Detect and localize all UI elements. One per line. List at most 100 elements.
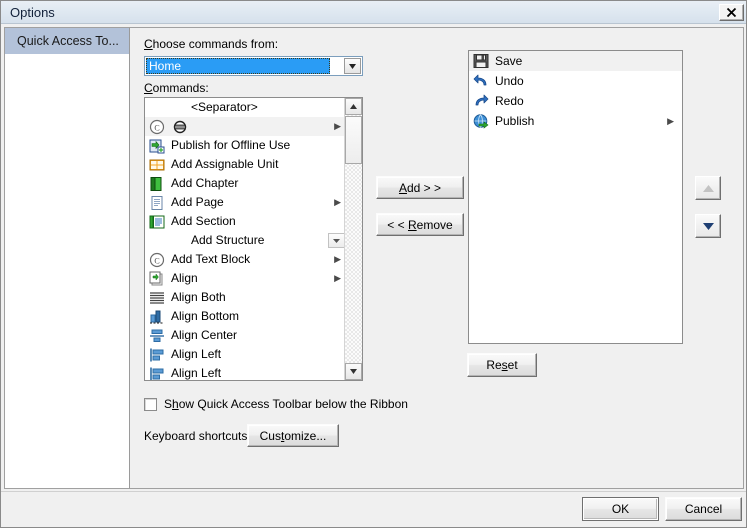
align-left-icon	[149, 347, 165, 363]
align-left-icon	[149, 347, 165, 363]
choose-commands-combobox[interactable]: Home	[144, 56, 363, 76]
command-list-item[interactable]: Align Both	[145, 288, 347, 307]
commands-listbox[interactable]: <Separator>C▶Publish for Offline UseAdd …	[144, 97, 363, 381]
combobox-dropdown-button[interactable]	[344, 58, 361, 74]
command-list-item-label: Add Structure	[191, 231, 264, 250]
command-list-item[interactable]: Publish for Offline Use	[145, 136, 347, 155]
glyph-icon	[172, 119, 188, 135]
command-list-item[interactable]: Add Assignable Unit	[145, 155, 347, 174]
show-qat-below-ribbon-label: Show Quick Access Toolbar below the Ribb…	[164, 397, 408, 411]
command-list-item[interactable]: Add Section	[145, 212, 347, 231]
footer-separator	[1, 491, 747, 492]
show-qat-below-ribbon-checkbox[interactable]	[144, 398, 157, 411]
scroll-down-button[interactable]	[345, 363, 362, 380]
align-left2-icon	[149, 366, 165, 381]
inline-dropdown-button[interactable]	[328, 233, 345, 248]
command-list-item[interactable]: Add Chapter	[145, 174, 347, 193]
command-list-item-label: Add Assignable Unit	[171, 155, 278, 174]
save-icon	[473, 53, 489, 69]
command-list-item-label: Add Section	[171, 212, 236, 231]
command-list-item[interactable]: Align Bottom	[145, 307, 347, 326]
triangle-up-icon	[350, 104, 357, 109]
publish-offline-icon	[149, 138, 165, 154]
chevron-down-icon	[333, 239, 340, 243]
command-list-item-label: Add Page	[171, 193, 224, 212]
undo-icon	[473, 73, 489, 89]
align-center-icon	[149, 328, 165, 344]
svg-text:C: C	[154, 257, 159, 266]
customize-button[interactable]: Customize...	[247, 424, 339, 447]
redo-icon	[473, 93, 489, 109]
sidebar: Quick Access To...	[4, 27, 130, 489]
copyright-icon: C	[149, 252, 165, 268]
command-list-item[interactable]: <Separator>	[145, 98, 347, 117]
close-button[interactable]	[719, 4, 744, 21]
qat-list-item[interactable]: Redo	[469, 91, 682, 111]
reset-button[interactable]: Reset	[467, 353, 537, 377]
align-left2-icon	[149, 366, 165, 381]
choose-commands-value: Home	[146, 58, 330, 74]
align-icon	[149, 271, 165, 287]
chevron-down-icon	[349, 64, 356, 69]
command-list-item-label: Align Center	[171, 326, 237, 345]
command-list-item[interactable]: Add Page▶	[145, 193, 347, 212]
move-up-button[interactable]	[695, 176, 721, 200]
window-title: Options	[10, 5, 55, 20]
main-panel: Choose commands from: Home Commands: <Se…	[130, 27, 744, 489]
undo-icon	[473, 73, 489, 89]
qat-list-item-label: Save	[495, 51, 522, 71]
command-list-item-label: Add Chapter	[171, 174, 238, 193]
ok-button[interactable]: OK	[582, 497, 659, 521]
publish-offline-icon	[149, 138, 165, 154]
chapter-icon	[149, 176, 165, 192]
cancel-button[interactable]: Cancel	[665, 497, 742, 521]
qat-list-item[interactable]: Publish ▶	[469, 111, 682, 131]
title-bar: Options	[1, 1, 747, 24]
command-list-item-label: Add Text Block	[171, 250, 250, 269]
publish-icon	[473, 113, 489, 129]
scrollbar-thumb[interactable]	[345, 116, 362, 164]
triangle-up-icon	[703, 185, 714, 192]
align-bottom-icon	[149, 309, 165, 325]
copyright-icon: C	[149, 119, 165, 135]
command-list-item[interactable]: Align Left	[145, 345, 347, 364]
submenu-arrow-icon: ▶	[334, 250, 341, 269]
sidebar-item-quick-access-toolbar[interactable]: Quick Access To...	[5, 28, 129, 54]
align-both-icon	[149, 290, 165, 306]
command-list-item[interactable]: Align▶	[145, 269, 347, 288]
remove-button[interactable]: < < Remove	[376, 213, 464, 236]
qat-list-item-label: Undo	[495, 71, 524, 91]
add-button[interactable]: Add > >	[376, 176, 464, 199]
commands-list-scrollbar[interactable]	[344, 98, 362, 380]
assignable-unit-icon	[149, 157, 165, 173]
command-list-item[interactable]: Align Left	[145, 364, 347, 374]
svg-text:C: C	[154, 124, 159, 133]
qat-list-item[interactable]: Undo	[469, 71, 682, 91]
scroll-up-button[interactable]	[345, 98, 362, 115]
command-list-item[interactable]: C▶	[145, 117, 347, 136]
align-icon	[149, 271, 165, 287]
align-both-icon	[149, 290, 165, 306]
assignable-unit-icon	[149, 157, 165, 173]
command-list-item[interactable]: Add Structure	[145, 231, 347, 250]
publish-icon	[473, 113, 489, 129]
copyright-icon: C	[149, 252, 165, 268]
submenu-arrow-icon: ▶	[667, 111, 674, 131]
qat-list-item[interactable]: Save	[469, 51, 682, 71]
triangle-down-icon	[703, 223, 714, 230]
redo-icon	[473, 93, 489, 109]
command-list-item-label: Align Bottom	[171, 307, 239, 326]
keyboard-shortcuts-label: Keyboard shortcuts:	[144, 429, 251, 443]
quick-access-toolbar-listbox[interactable]: SaveUndoRedoPublish ▶	[468, 50, 683, 344]
commands-list-items: <Separator>C▶Publish for Offline UseAdd …	[145, 98, 347, 374]
command-list-item[interactable]: Align Center	[145, 326, 347, 345]
glyph-icon	[172, 119, 188, 135]
chapter-icon	[149, 176, 165, 192]
command-list-item[interactable]: C Add Text Block ▶	[145, 250, 347, 269]
move-down-button[interactable]	[695, 214, 721, 238]
section-icon	[149, 214, 165, 230]
save-icon	[473, 53, 489, 69]
page-icon	[149, 195, 165, 211]
qat-list-item-label: Publish	[495, 111, 534, 131]
command-list-item-label: Align Both	[171, 288, 226, 307]
